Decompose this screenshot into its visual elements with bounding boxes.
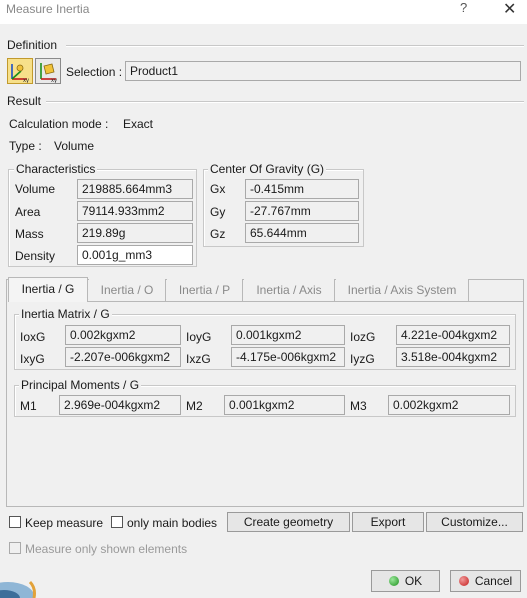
volume-label: Volume [15,182,56,196]
export-button[interactable]: Export [352,512,424,532]
divider [46,101,524,103]
iyzg-field: 3.518e-004kgxm2 [396,347,510,367]
ok-button[interactable]: OK [371,570,440,592]
keep-measure-label: Keep measure [25,516,104,530]
cancel-label: Cancel [474,574,513,588]
create-geometry-button[interactable]: Create geometry [227,512,350,532]
tab-strip-baseline [88,301,524,302]
help-button[interactable]: ? [460,0,467,15]
keep-measure-checkbox[interactable] [9,516,21,528]
m2-field: 0.001kgxm2 [224,395,345,415]
density-field[interactable]: 0.001g_mm3 [77,245,193,265]
gx-field: -0.415mm [245,179,359,199]
ioxg-field: 0.002kgxm2 [65,325,181,345]
result-group-title: Result [7,94,42,108]
gy-field: -27.767mm [245,201,359,221]
gz-label: Gz [210,227,226,241]
center-of-gravity-title: Center Of Gravity (G) [208,162,327,176]
measure-inertia-3d-icon: xy [11,64,29,84]
svg-text:xy: xy [51,78,57,83]
area-field: 79114.933mm2 [77,201,193,221]
measure-inertia-2d-icon: xy [40,63,57,84]
iyzg-label: IyzG [350,352,375,366]
only-main-bodies-label: only main bodies [127,516,218,530]
ixzg-field: -4.175e-006kgxm2 [231,347,345,367]
principal-moments-title: Principal Moments / G [19,378,142,392]
calc-mode-value: Exact [123,117,154,131]
tab-inertia-axis-system[interactable]: Inertia / Axis System [336,279,469,301]
mass-label: Mass [15,227,44,241]
type-value: Volume [54,139,95,153]
inertia-matrix-title: Inertia Matrix / G [19,307,112,321]
density-label: Density [15,249,56,263]
close-button[interactable]: ✕ [503,0,516,19]
measure-only-shown-checkbox[interactable] [9,542,21,554]
tab-inertia-g[interactable]: Inertia / G [8,277,88,302]
cancel-icon [458,576,469,586]
tab-inertia-p[interactable]: Inertia / P [167,279,243,301]
ixyg-label: IxyG [20,352,45,366]
measure-inertia-3d-button[interactable]: xy [7,58,33,84]
ioyg-label: IoyG [186,330,212,344]
iozg-label: IozG [350,330,376,344]
calc-mode-label: Calculation mode : [9,117,109,131]
gz-field: 65.644mm [245,223,359,243]
ixyg-field: -2.207e-006kgxm2 [65,347,181,367]
m2-label: M2 [186,399,203,413]
ok-icon [388,576,399,586]
tab-inertia-axis[interactable]: Inertia / Axis [244,279,335,301]
tab-inertia-o[interactable]: Inertia / O [89,279,166,301]
ixzg-label: IxzG [186,352,211,366]
characteristics-title: Characteristics [14,162,98,176]
ioyg-field: 0.001kgxm2 [231,325,345,345]
title-bar: Measure Inertia ? ✕ [0,0,527,24]
window-title: Measure Inertia [6,2,90,16]
customize-button[interactable]: Customize... [426,512,523,532]
m3-label: M3 [350,399,367,413]
mass-field: 219.89g [77,223,193,243]
svg-text:xy: xy [23,78,29,83]
iozg-field: 4.221e-004kgxm2 [396,325,510,345]
divider [66,45,524,47]
selection-label: Selection : [66,65,123,79]
m3-field: 0.002kgxm2 [388,395,510,415]
definition-group-title: Definition [7,38,58,52]
type-label: Type : [9,139,42,153]
ok-label: OK [404,574,423,588]
gy-label: Gy [210,205,226,219]
measure-only-shown-label: Measure only shown elements [25,542,188,556]
gx-label: Gx [210,182,226,196]
area-label: Area [15,205,41,219]
m1-label: M1 [20,399,37,413]
measure-inertia-2d-button[interactable]: xy [35,58,61,84]
m1-field: 2.969e-004kgxm2 [59,395,181,415]
cancel-button[interactable]: Cancel [450,570,521,592]
ioxg-label: IoxG [20,330,46,344]
volume-field: 219885.664mm3 [77,179,193,199]
app-logo-icon [0,580,36,598]
selection-field[interactable]: Product1 [125,61,521,81]
only-main-bodies-checkbox[interactable] [111,516,123,528]
